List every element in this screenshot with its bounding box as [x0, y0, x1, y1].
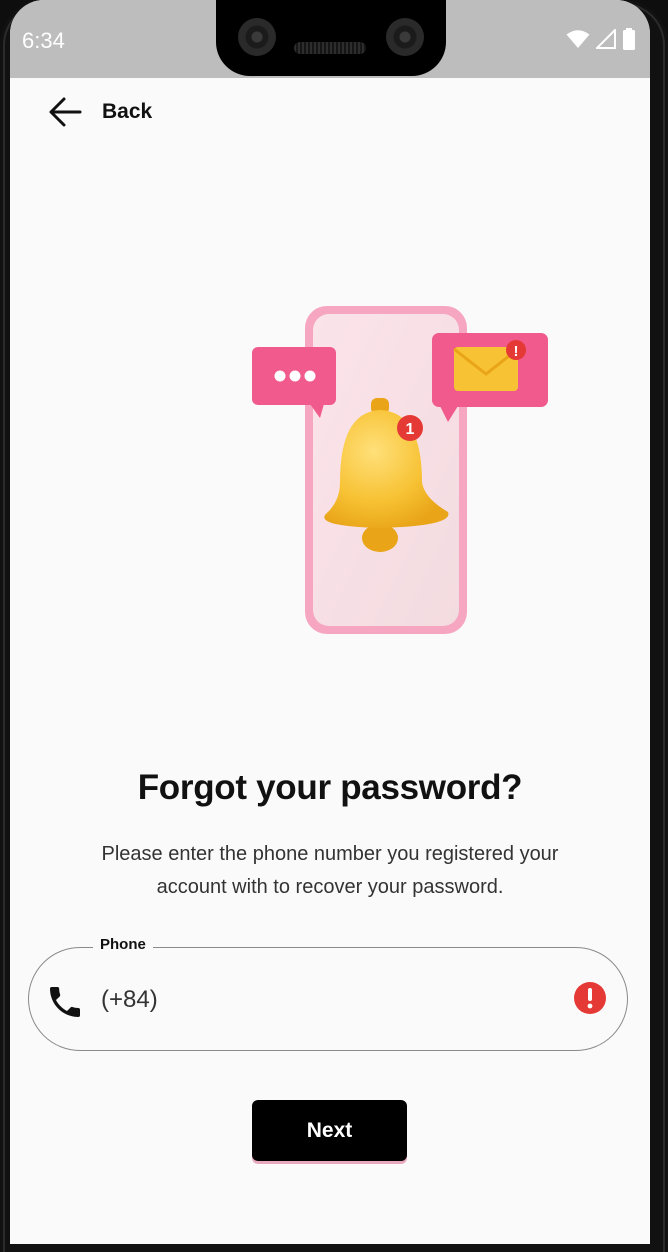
camera-notch — [216, 0, 446, 76]
phone-field[interactable]: Phone — [28, 936, 628, 1051]
camera-icon — [386, 18, 424, 56]
notification-illustration: ! 1 — [240, 300, 560, 640]
page-title: Forgot your password? — [137, 768, 523, 807]
status-icons — [566, 28, 636, 50]
screen: 6:34 Back ! 1 Forgot your password? Plea… — [10, 0, 650, 1244]
page-subtitle: Please enter the phone number you regist… — [101, 843, 559, 898]
phone-input[interactable] — [101, 986, 561, 1014]
illustration-graphic: ! 1 — [252, 306, 548, 634]
speaker-grille — [294, 42, 366, 54]
bell-badge: 1 — [406, 421, 415, 438]
error-icon — [574, 982, 606, 1014]
back-label: Back — [102, 100, 153, 123]
status-time: 6:34 — [22, 28, 65, 53]
camera-icon — [238, 18, 276, 56]
signal-icon — [596, 29, 616, 49]
device-frame: 6:34 Back ! 1 Forgot your password? Plea… — [0, 0, 668, 1252]
status-bar: 6:34 — [10, 0, 650, 78]
back-button[interactable]: Back — [48, 96, 152, 128]
next-button[interactable]: Next — [252, 1100, 407, 1161]
phone-field-label: Phone — [93, 936, 153, 953]
wifi-icon — [566, 30, 590, 48]
battery-icon — [623, 28, 635, 50]
mail-badge: ! — [514, 343, 519, 360]
phone-icon — [50, 987, 80, 1017]
mail-icon: ! — [432, 333, 548, 422]
arrow-left-icon — [49, 97, 82, 127]
